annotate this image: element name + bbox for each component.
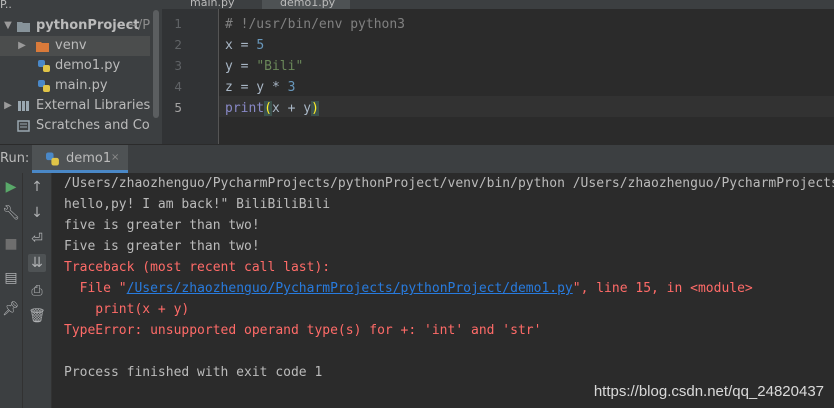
project-panel-header[interactable]: P.. bbox=[0, 0, 150, 9]
tree-item-venv[interactable]: ▶ venv bbox=[0, 36, 150, 56]
tree-item-external-libraries[interactable]: ▶ External Libraries bbox=[0, 96, 150, 116]
code-builtin: print bbox=[225, 101, 265, 116]
code-token: x bbox=[225, 38, 233, 53]
pin-icon[interactable]: 📌︎ bbox=[2, 300, 20, 318]
chevron-down-icon[interactable]: ▼ bbox=[3, 16, 13, 36]
process-exit-line: Process finished with exit code 1 bbox=[64, 365, 323, 380]
console-line: Five is greater than two! bbox=[64, 239, 260, 254]
traceback-header: Traceback (most recent call last): bbox=[64, 260, 331, 275]
tree-item-main[interactable]: main.py bbox=[0, 76, 150, 96]
python-file-icon bbox=[38, 60, 50, 72]
tree-item-label: Scratches and Cons bbox=[36, 118, 150, 133]
tree-item-scratches[interactable]: Scratches and Cons bbox=[0, 116, 150, 136]
traceback-text: File " bbox=[64, 281, 127, 296]
tree-item-label: pythonProject bbox=[36, 18, 140, 33]
tree-item-label: External Libraries bbox=[36, 98, 150, 113]
python-file-icon bbox=[46, 152, 59, 166]
arrow-up-icon[interactable]: ↑ bbox=[28, 178, 46, 196]
run-toolbar-primary: ▶ 🔧︎ ■ ▤ 📌︎ bbox=[0, 173, 23, 408]
tab-label: demo1.py bbox=[280, 0, 336, 9]
code-comment: # !/usr/bin/env python3 bbox=[225, 17, 406, 32]
code-token: z bbox=[225, 80, 233, 95]
code-paren: ) bbox=[311, 101, 319, 116]
code-token: = bbox=[232, 59, 257, 74]
console-line: hello,py! I am back!" BiliBiliBili bbox=[64, 197, 331, 212]
run-tab-demo1[interactable]: demo1 × bbox=[32, 145, 128, 173]
soft-wrap-icon[interactable]: ⏎ bbox=[28, 230, 46, 248]
traceback-file-link[interactable]: /Users/zhaozhenguo/PycharmProjects/pytho… bbox=[127, 281, 573, 296]
tree-item-path: ~/P bbox=[127, 18, 150, 33]
tab-label: main.py bbox=[190, 0, 235, 9]
chevron-right-icon[interactable]: ▶ bbox=[17, 36, 27, 56]
tree-item-demo1[interactable]: demo1.py bbox=[0, 56, 150, 76]
tab-main-py[interactable]: main.py bbox=[172, 0, 252, 9]
folder-icon bbox=[36, 42, 49, 52]
layout-icon[interactable]: ▤ bbox=[2, 269, 20, 287]
line-number: 2 bbox=[174, 38, 182, 52]
tab-demo1-py[interactable]: demo1.py bbox=[262, 0, 350, 9]
run-tab-label: demo1 bbox=[66, 151, 112, 166]
code-line-3[interactable]: y = "Bili" bbox=[225, 56, 303, 77]
code-line-5[interactable]: print(x + y) bbox=[225, 98, 319, 119]
code-line-2[interactable]: x = 5 bbox=[225, 35, 264, 56]
tree-item-label: main.py bbox=[55, 78, 108, 93]
traceback-text: ", line 15, in <module> bbox=[572, 281, 753, 296]
chevron-right-icon[interactable]: ▶ bbox=[3, 96, 13, 116]
traceback-file-line: File "/Users/zhaozhenguo/PycharmProjects… bbox=[64, 278, 753, 299]
tree-item-label: venv bbox=[55, 38, 87, 53]
arrow-down-icon[interactable]: ↓ bbox=[28, 204, 46, 222]
tree-item-pythonproject[interactable]: ▼ pythonProject ~/P bbox=[0, 16, 150, 36]
wrench-icon[interactable]: 🔧︎ bbox=[2, 204, 20, 222]
rerun-icon[interactable]: ▶ bbox=[2, 178, 20, 196]
line-number: 5 bbox=[174, 101, 182, 115]
library-icon bbox=[18, 101, 29, 111]
line-number: 4 bbox=[174, 80, 182, 94]
watermark: https://blog.csdn.net/qq_24820437 bbox=[593, 383, 824, 400]
code-editor[interactable]: # !/usr/bin/env python3 x = 5 y = "Bili"… bbox=[219, 9, 834, 144]
traceback-code-line: print(x + y) bbox=[64, 302, 190, 317]
print-icon[interactable]: ⎙ bbox=[28, 282, 46, 300]
code-token: = y * bbox=[232, 80, 288, 95]
run-toolbar-secondary: ↑ ↓ ⏎ ⇊ ⎙ 🗑︎ bbox=[23, 173, 52, 408]
code-string: "Bili" bbox=[256, 59, 304, 74]
run-label: Run: bbox=[0, 151, 30, 166]
line-number-gutter: 1 2 3 4 5 bbox=[162, 9, 219, 144]
code-paren: ( bbox=[264, 101, 272, 116]
python-file-icon bbox=[38, 80, 50, 92]
code-token: y bbox=[225, 59, 233, 74]
top-area: P.. ▼ pythonProject ~/P ▶ venv demo1.py … bbox=[0, 0, 834, 144]
line-number: 1 bbox=[174, 17, 182, 31]
code-token: = bbox=[232, 38, 257, 53]
console-line: /Users/zhaozhenguo/PycharmProjects/pytho… bbox=[64, 176, 834, 191]
folder-icon bbox=[17, 22, 30, 32]
scroll-to-end-icon[interactable]: ⇊ bbox=[28, 254, 46, 272]
line-number: 3 bbox=[174, 59, 182, 73]
close-icon[interactable]: × bbox=[111, 152, 119, 163]
console-line: five is greater than two! bbox=[64, 218, 260, 233]
code-number: 3 bbox=[287, 80, 296, 95]
code-line-1[interactable]: # !/usr/bin/env python3 bbox=[225, 14, 405, 35]
stop-icon[interactable]: ■ bbox=[2, 235, 20, 253]
project-panel: P.. ▼ pythonProject ~/P ▶ venv demo1.py … bbox=[0, 0, 150, 144]
code-number: 5 bbox=[256, 38, 265, 53]
scratches-icon bbox=[17, 120, 30, 132]
code-token: x + y bbox=[271, 101, 312, 116]
run-tool-window-header: Run: demo1 × bbox=[0, 144, 834, 175]
tree-item-label: demo1.py bbox=[55, 58, 121, 73]
code-line-4[interactable]: z = y * 3 bbox=[225, 77, 295, 98]
trash-icon[interactable]: 🗑︎ bbox=[28, 307, 46, 325]
error-message: TypeError: unsupported operand type(s) f… bbox=[64, 323, 542, 338]
run-console[interactable]: /Users/zhaozhenguo/PycharmProjects/pytho… bbox=[52, 173, 834, 408]
scrollbar-thumb[interactable] bbox=[153, 10, 159, 118]
